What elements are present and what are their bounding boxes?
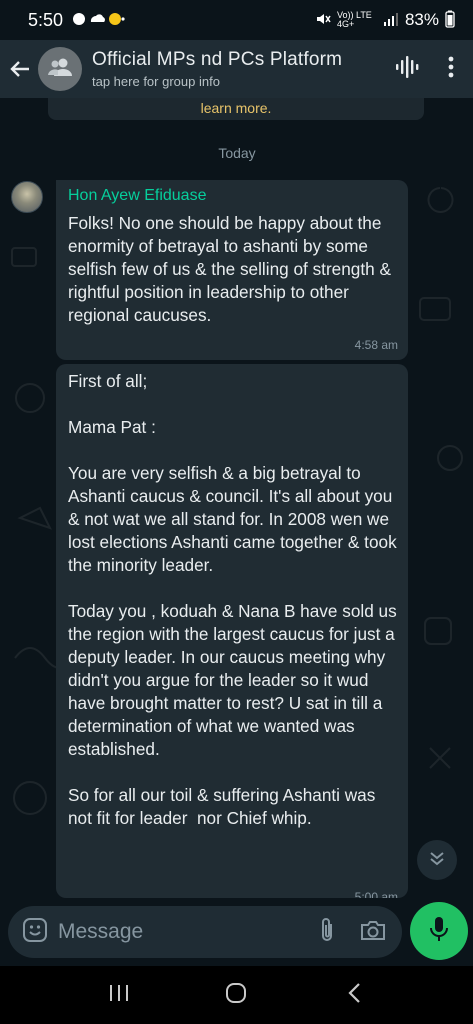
group-avatar[interactable] [38, 47, 82, 91]
group-info-link[interactable]: Official MPs nd PCs Platform tap here fo… [92, 49, 385, 89]
back-arrow-icon[interactable] [2, 40, 38, 98]
menu-dots-icon [448, 56, 454, 83]
mic-button[interactable] [410, 902, 468, 960]
emoji-icon [22, 917, 48, 948]
camera-icon [360, 919, 386, 946]
composer-bar: Message [0, 898, 473, 966]
message-text: First of all; Mama Pat : You are very se… [68, 371, 397, 828]
chat-area[interactable]: learn more. Today Hon Ayew Efiduase Folk… [0, 98, 473, 898]
recents-icon [108, 983, 130, 1008]
mic-icon [429, 916, 449, 947]
learn-more-link[interactable]: learn more. [201, 100, 272, 116]
notification-icons [71, 11, 125, 30]
home-icon [224, 981, 248, 1010]
message-time: 5:00 am [354, 890, 398, 898]
signal-icon [383, 12, 399, 29]
group-subtitle: tap here for group info [92, 74, 220, 89]
message-time: 4:58 am [354, 338, 398, 352]
voice-call-button[interactable] [385, 40, 429, 98]
recents-button[interactable] [89, 970, 149, 1020]
system-notice: learn more. [48, 98, 424, 120]
status-time: 5:50 [28, 9, 64, 30]
chat-header: Official MPs nd PCs Platform tap here fo… [0, 40, 473, 98]
nav-back-icon [347, 982, 361, 1009]
battery-icon [445, 10, 455, 31]
system-nav-bar [0, 966, 473, 1024]
message-input-field[interactable]: Message [8, 906, 402, 958]
message-text: Folks! No one should be happy about the … [68, 213, 396, 325]
network-label: Vo)) LTE 4G+ [336, 10, 372, 29]
battery-percent: 83% [404, 10, 439, 29]
mute-icon [315, 11, 331, 30]
date-separator: Today [218, 145, 256, 161]
scroll-down-button[interactable] [417, 840, 457, 880]
group-icon [47, 57, 73, 82]
message-placeholder: Message [58, 920, 144, 943]
camera-button[interactable] [350, 906, 396, 958]
scroll-down-icon [429, 850, 445, 871]
message-bubble[interactable]: First of all; Mama Pat : You are very se… [56, 364, 408, 898]
voice-call-icon [395, 55, 419, 83]
emoji-button[interactable] [12, 906, 58, 958]
attach-button[interactable] [304, 906, 350, 958]
message-bubble[interactable]: Hon Ayew Efiduase Folks! No one should b… [56, 180, 408, 360]
home-button[interactable] [206, 970, 266, 1020]
attach-icon [319, 917, 335, 948]
sender-name[interactable]: Hon Ayew Efiduase [68, 187, 206, 205]
sender-avatar[interactable] [11, 181, 43, 213]
nav-back-button[interactable] [324, 970, 384, 1020]
status-bar: 5:50 Vo)) LTE 4G+ 83% [0, 0, 473, 40]
menu-button[interactable] [429, 40, 473, 98]
group-title: Official MPs nd PCs Platform [92, 49, 343, 70]
